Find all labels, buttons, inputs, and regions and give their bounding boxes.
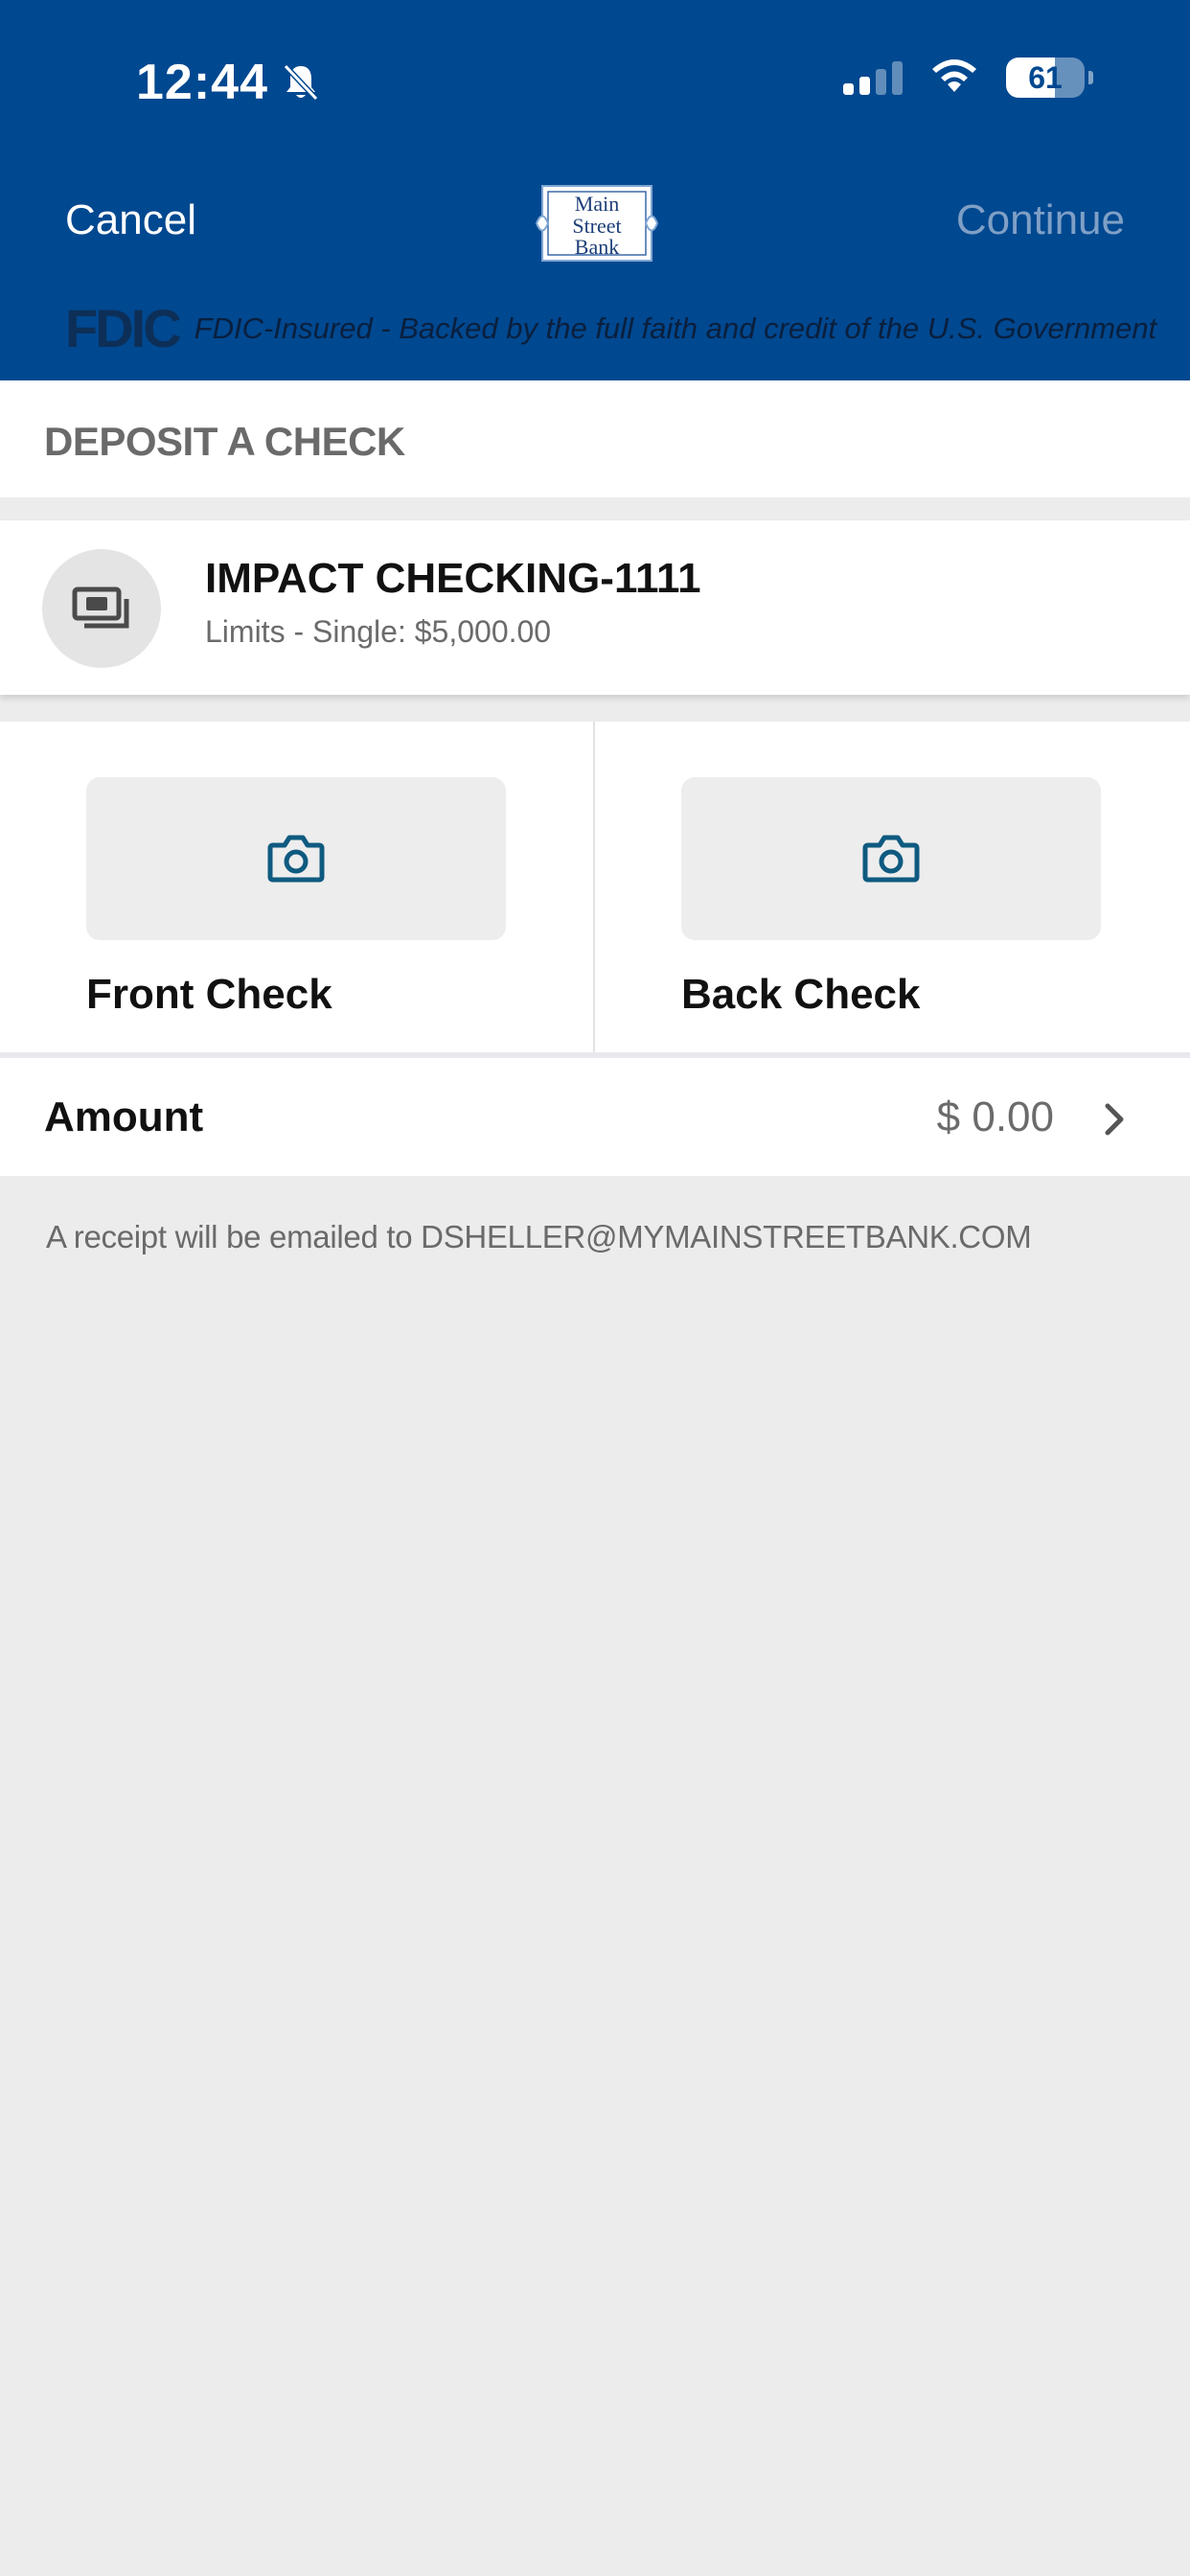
back-check-capture-button[interactable]	[681, 777, 1101, 940]
camera-icon	[267, 835, 325, 883]
cellular-signal-icon	[843, 60, 903, 95]
clock: 12:44	[136, 55, 268, 110]
wifi-icon	[932, 59, 976, 92]
account-limits: Limits - Single: $5,000.00	[205, 614, 552, 649]
back-check-label: Back Check	[681, 971, 921, 1018]
amount-value: $ 0.00	[936, 1093, 1054, 1140]
account-selector[interactable]: IMPACT CHECKING-1111 Limits - Single: $5…	[0, 520, 1190, 695]
receipt-note: A receipt will be emailed to DSHELLER@MY…	[46, 1219, 1032, 1254]
battery-icon: 61	[1006, 58, 1093, 98]
amount-label: Amount	[44, 1093, 204, 1140]
front-check-capture-button[interactable]	[86, 777, 506, 940]
front-check-cell: Front Check	[0, 722, 595, 1052]
cash-icon	[42, 549, 161, 668]
continue-button[interactable]: Continue	[956, 196, 1125, 244]
chevron-right-icon	[1105, 1103, 1124, 1136]
page-title: DEPOSIT A CHECK	[44, 419, 405, 464]
fdic-logo: FDIC	[65, 297, 182, 358]
main-street-bank-logo: Main Street Bank	[535, 185, 659, 262]
amount-row[interactable]: Amount $ 0.00	[0, 1058, 1190, 1176]
bell-muted-icon	[283, 63, 319, 102]
account-name: IMPACT CHECKING-1111	[205, 555, 701, 602]
front-check-label: Front Check	[86, 971, 332, 1018]
battery-level: 61	[1028, 59, 1063, 95]
status-time: 12:44	[136, 54, 320, 111]
back-check-cell: Back Check	[595, 722, 1190, 1052]
fdic-notice-text: FDIC-Insured - Backed by the full faith …	[194, 310, 1157, 345]
camera-icon	[862, 835, 920, 883]
fdic-notice: FDIC FDIC-Insured - Backed by the full f…	[65, 297, 1157, 358]
app-header: 12:44 61 Cancel Main Street Bank Continu…	[0, 0, 1190, 380]
logo-line-bank: Bank	[575, 235, 619, 259]
status-indicators: 61	[843, 58, 1093, 98]
cancel-button[interactable]: Cancel	[65, 196, 196, 244]
logo-line-main: Main	[575, 192, 619, 216]
check-capture-row: Front Check Back Check	[0, 722, 1190, 1052]
page-title-bar: DEPOSIT A CHECK	[0, 380, 1190, 497]
